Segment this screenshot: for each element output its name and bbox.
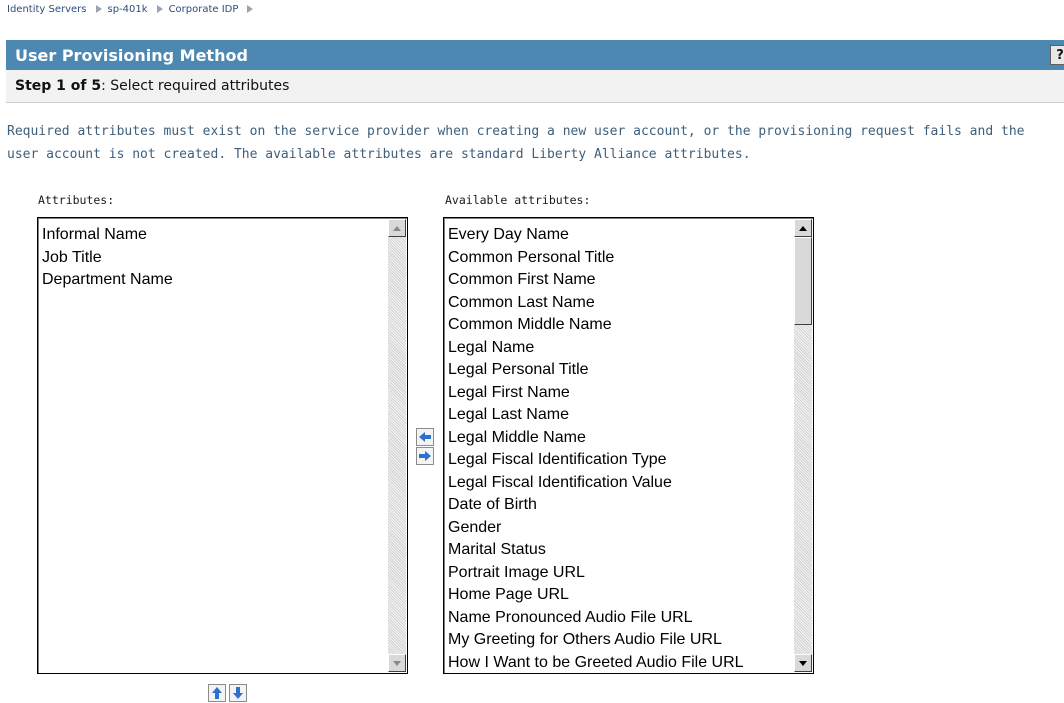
arrow-down-icon <box>233 687 243 699</box>
step-bar: Step 1 of 5: Select required attributes <box>6 70 1064 103</box>
breadcrumb-separator-icon <box>247 5 254 13</box>
breadcrumb-corporate-idp[interactable]: Corporate IDP <box>169 4 239 15</box>
available-attributes-list-items: Every Day Name Common Personal Title Commo… <box>448 224 791 674</box>
available-attributes-label: Available attributes: <box>445 193 591 207</box>
breadcrumb-sp-401k[interactable]: sp-401k <box>108 4 148 15</box>
list-item[interactable]: Department Name <box>42 269 385 292</box>
step-title: : Select required attributes <box>101 78 290 94</box>
move-down-button[interactable] <box>229 684 247 702</box>
help-button[interactable]: ? <box>1050 45 1064 65</box>
arrow-right-icon <box>419 451 431 461</box>
list-item[interactable]: Portrait Image URL <box>448 562 791 585</box>
breadcrumb-separator-icon <box>156 5 163 13</box>
list-item[interactable]: Common Last Name <box>448 292 791 315</box>
list-item[interactable]: Legal First Name <box>448 382 791 405</box>
list-item[interactable]: Informal Name <box>42 224 385 247</box>
list-item[interactable]: Legal Last Name <box>448 404 791 427</box>
breadcrumb-separator-icon <box>95 5 102 13</box>
description-text: Required attributes must exist on the se… <box>7 124 1025 162</box>
breadcrumb: Identity Servers sp-401k Corporate IDP <box>7 2 259 16</box>
available-scroll-down-button[interactable] <box>794 654 812 672</box>
attributes-scroll-up-button[interactable] <box>388 219 406 237</box>
list-item[interactable]: Legal Personal Title <box>448 359 791 382</box>
available-attributes-listbox[interactable]: Every Day Name Common Personal Title Commo… <box>443 217 814 674</box>
attributes-scrollbar[interactable] <box>388 219 406 672</box>
available-scroll-thumb[interactable] <box>794 237 812 325</box>
arrow-left-icon <box>419 432 431 442</box>
list-item[interactable]: Common First Name <box>448 269 791 292</box>
list-item[interactable]: My Greeting for Others Audio File URL <box>448 629 791 652</box>
scroll-down-icon <box>799 660 807 666</box>
breadcrumb-identity-servers[interactable]: Identity Servers <box>7 4 87 15</box>
list-item[interactable]: How I Want to be Greeted Audio File URL <box>448 652 791 675</box>
scroll-up-icon <box>799 225 807 231</box>
list-item[interactable]: Common Middle Name <box>448 314 791 337</box>
move-right-button[interactable] <box>416 447 434 465</box>
list-item[interactable]: Legal Fiscal Identification Value <box>448 472 791 495</box>
available-attributes-scrollbar[interactable] <box>794 219 812 672</box>
step-number: Step 1 of 5 <box>15 78 102 94</box>
attributes-scroll-down-button[interactable] <box>388 654 406 672</box>
list-item[interactable]: Name Pronounced Audio File URL <box>448 607 791 630</box>
move-up-button[interactable] <box>208 684 226 702</box>
attributes-label: Attributes: <box>38 193 115 207</box>
list-item[interactable]: Every Day Name <box>448 224 791 247</box>
available-scroll-up-button[interactable] <box>794 219 812 237</box>
list-item[interactable]: Legal Name <box>448 337 791 360</box>
page-title: User Provisioning Method <box>15 46 248 65</box>
scroll-up-icon <box>393 225 401 231</box>
list-item[interactable]: Marital Status <box>448 539 791 562</box>
attributes-listbox[interactable]: Informal Name Job Title Department Name <box>37 217 408 674</box>
list-item[interactable]: Gender <box>448 517 791 540</box>
scroll-down-icon <box>393 660 401 666</box>
move-left-button[interactable] <box>416 428 434 446</box>
list-item[interactable]: Legal Fiscal Identification Type <box>448 449 791 472</box>
list-item[interactable]: Legal Middle Name <box>448 427 791 450</box>
step-indicator: Step 1 of 5: Select required attributes <box>15 78 289 94</box>
attributes-list-items: Informal Name Job Title Department Name <box>42 224 385 292</box>
list-item[interactable]: Job Title <box>42 247 385 270</box>
page-header: User Provisioning Method ? <box>6 40 1064 70</box>
list-item[interactable]: Home Page URL <box>448 584 791 607</box>
list-item[interactable]: Common Personal Title <box>448 247 791 270</box>
list-item[interactable]: Date of Birth <box>448 494 791 517</box>
arrow-up-icon <box>212 687 222 699</box>
